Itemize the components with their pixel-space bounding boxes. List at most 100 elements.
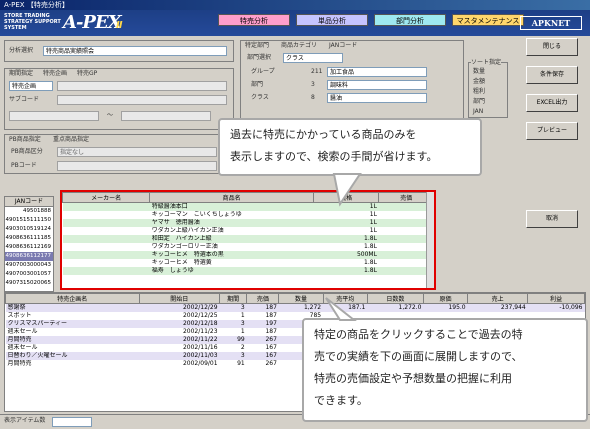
subcategory-select[interactable] [57, 95, 227, 105]
logo-version: Ⅱ [116, 20, 123, 31]
jan-row[interactable]: 4903010519124 [5, 225, 53, 234]
sales-col: 期間 [219, 293, 248, 304]
product-cell-spec: 1.8L [364, 235, 377, 242]
jan-row[interactable]: 4908636112169 [5, 243, 53, 252]
jan-header: JANコード [5, 197, 53, 207]
product-row[interactable]: 和田定 ハイカン上級1.8L0 [62, 235, 434, 243]
product-cell-spec: 1L [369, 227, 377, 234]
product-row[interactable]: 福寿 しょうゆ1.8L0 [62, 267, 434, 275]
analysis-label: 分析選択 [9, 47, 34, 54]
period-label-2: 特売企画 [43, 70, 68, 77]
dept-row-value[interactable]: 調味料 [327, 80, 427, 90]
pb-label-1: PB商品指定 [9, 136, 41, 143]
cancel-button[interactable]: 取消 [526, 210, 578, 228]
jan-row[interactable]: 4907003001057 [5, 270, 53, 279]
pb-field-label: PB商品区分 [11, 148, 43, 155]
sales-cell-days: 1 [240, 312, 245, 319]
dept-row-value[interactable]: 加工食品 [327, 67, 427, 77]
jan-row[interactable]: 4907315020065 [5, 279, 53, 288]
sort-option[interactable]: 粗利 [473, 87, 485, 97]
sales-cell-days: 3 [240, 320, 245, 327]
sales-cell-date: 2002/11/03 [182, 352, 218, 359]
sales-cell-price: 187 [265, 328, 277, 335]
pb-code-label: PBコード [11, 162, 37, 169]
tab-item-analysis[interactable]: 単品分析 [296, 14, 368, 26]
product-row[interactable]: キッコーヒメ 特選本の黒500ML0 [62, 251, 434, 259]
product-cell-name: キッコーヒメ 特選黄 [151, 259, 212, 266]
product-table: メーカー名 商品名 規格 売価 特級醤油本口1L0キッコーマン こいくちしょうゆ… [60, 190, 436, 290]
dept-row-value[interactable]: 醤油 [327, 93, 427, 103]
sales-cell-date: 2002/09/01 [182, 360, 218, 367]
date-from[interactable] [9, 111, 99, 121]
tab-dept-analysis[interactable]: 部門分析 [374, 14, 446, 26]
product-cell-name: キッコーマン こいくちしょうゆ [151, 211, 242, 218]
sales-col: 原価 [422, 293, 469, 304]
special-plan-select[interactable] [57, 81, 227, 91]
sales-col: 売上 [467, 293, 529, 304]
product-row[interactable]: ワダカンゴーロリー正油1.8L0 [62, 243, 434, 251]
callout-bottom-line2: 売での実績を下の画面に展開しますので、 [314, 350, 523, 363]
dept-row-code: 8 [311, 94, 315, 101]
sort-option[interactable]: 数量 [473, 67, 485, 77]
col-product: 商品名 [149, 192, 314, 203]
pb-code-select[interactable] [57, 161, 217, 171]
product-row[interactable]: ヤマサ 徳用醤油1L0 [62, 219, 434, 227]
jan-rows: 49501888 4901515111150 4903010519124 490863… [5, 207, 53, 288]
product-scrollbar[interactable] [426, 192, 434, 288]
excel-export-button[interactable]: EXCEL出力 [526, 94, 578, 112]
period-label-1: 期間指定 [9, 70, 34, 77]
filter-tab-jan[interactable]: JANコード [329, 41, 357, 51]
sales-cell-profit: -10,096 [559, 304, 583, 311]
sort-option[interactable]: JAN [473, 107, 483, 117]
product-cell-spec: 1.8L [364, 243, 377, 250]
sort-option[interactable]: 金額 [473, 77, 485, 87]
analysis-select[interactable]: 特売商品実績照会 [43, 46, 227, 56]
sales-row[interactable]: 感謝祭 2002/12/29 3 187 1,272 187.1 1,272.0 195.0 2… [5, 303, 585, 312]
product-row[interactable]: キッコーマン こいくちしょうゆ1L0 [62, 211, 434, 219]
filter-tab-dept[interactable]: 特定部門 [245, 41, 269, 51]
close-button[interactable]: 閉じる [526, 38, 578, 56]
product-row[interactable]: ワダカン上級ハイカン正油1L0 [62, 227, 434, 235]
dept-row-name: クラス [251, 94, 269, 101]
product-cell-maker [63, 219, 150, 227]
period-panel: 期間指定 特売企画 特売GP 特売企画 サブコード ～ [4, 68, 234, 130]
sales-cell-date: 2002/11/16 [182, 344, 218, 351]
product-cell-maker [63, 203, 150, 212]
product-cell-spec: 1L [369, 219, 377, 226]
pb-select[interactable]: 指定なし [57, 147, 217, 157]
jan-row[interactable]: 49501888 [5, 207, 53, 216]
sales-cell-qty: 1,272 [303, 304, 322, 311]
date-to[interactable] [121, 111, 211, 121]
filter-tab-category[interactable]: 商品カテゴリ [281, 41, 317, 51]
jan-row[interactable]: 4907003000043 [5, 261, 53, 270]
jan-row[interactable]: 4908636112177 [5, 252, 53, 261]
sales-cell-days: 1 [240, 328, 245, 335]
sales-cell-name: 月間特売 [7, 336, 32, 343]
product-row[interactable]: キッコーヒメ 特選黄1.8L0 [62, 259, 434, 267]
range-separator: ～ [107, 112, 114, 119]
window-title: A-PEX 【特売分析】 [4, 1, 69, 9]
sales-cell-name: 日替わり／火曜セール [7, 352, 68, 359]
save-condition-button[interactable]: 条件保存 [526, 66, 578, 84]
product-cell-spec: 1.8L [364, 267, 377, 274]
dept-class-select[interactable]: クラス [283, 53, 343, 63]
product-row[interactable]: 特級醤油本口1L0 [62, 202, 434, 212]
status-count-field [52, 417, 92, 427]
sales-cell-days: 99 [237, 336, 245, 343]
jan-row[interactable]: 4901515111150 [5, 216, 53, 225]
callout-bottom: 特定の商品をクリックすることで過去の特 売での実績を下の画面に展開しますので、 … [302, 318, 588, 422]
special-plan-field[interactable]: 特売企画 [9, 81, 53, 91]
sales-cell-date: 2002/11/22 [182, 336, 218, 343]
jan-row[interactable]: 4908636111185 [5, 234, 53, 243]
dept-row-name: 部門 [251, 81, 264, 88]
preview-button[interactable]: プレビュー [526, 122, 578, 140]
tab-master[interactable]: マスタメンテナンス [452, 14, 524, 26]
subcategory-label: サブコード [9, 96, 40, 103]
sales-cell-price: 167 [265, 352, 277, 359]
product-cell-name: 福寿 しょうゆ [151, 267, 194, 274]
tab-special-sales[interactable]: 特売分析 [218, 14, 290, 26]
sort-option[interactable]: 部門 [473, 97, 485, 107]
sort-panel: ソート指定 数量 金額 粗利 部門 JAN [468, 58, 508, 118]
product-cell-name: キッコーヒメ 特選本の黒 [151, 251, 224, 258]
sales-cell-days: 2 [240, 344, 245, 351]
